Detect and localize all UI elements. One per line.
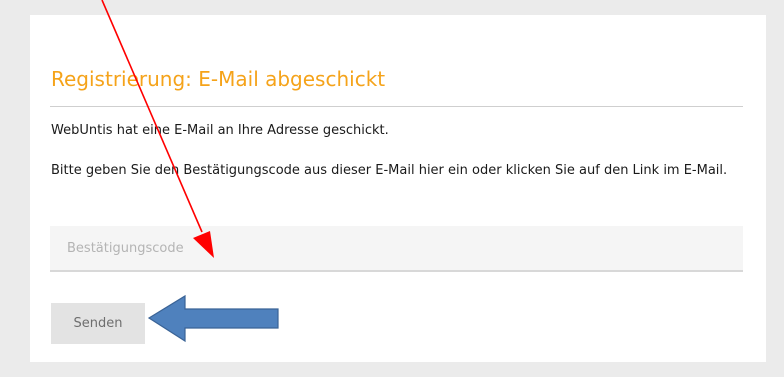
page-title: Registrierung: E-Mail abgeschickt [51,67,386,91]
title-divider [50,106,743,107]
sent-notice-text: WebUntis hat eine E-Mail an Ihre Adresse… [51,123,389,138]
confirmation-code-input[interactable] [50,226,743,272]
registration-card: Registrierung: E-Mail abgeschickt WebUnt… [30,15,766,362]
instructions-text: Bitte geben Sie den Bestätigungscode aus… [51,163,728,178]
send-button[interactable]: Senden [51,303,145,344]
